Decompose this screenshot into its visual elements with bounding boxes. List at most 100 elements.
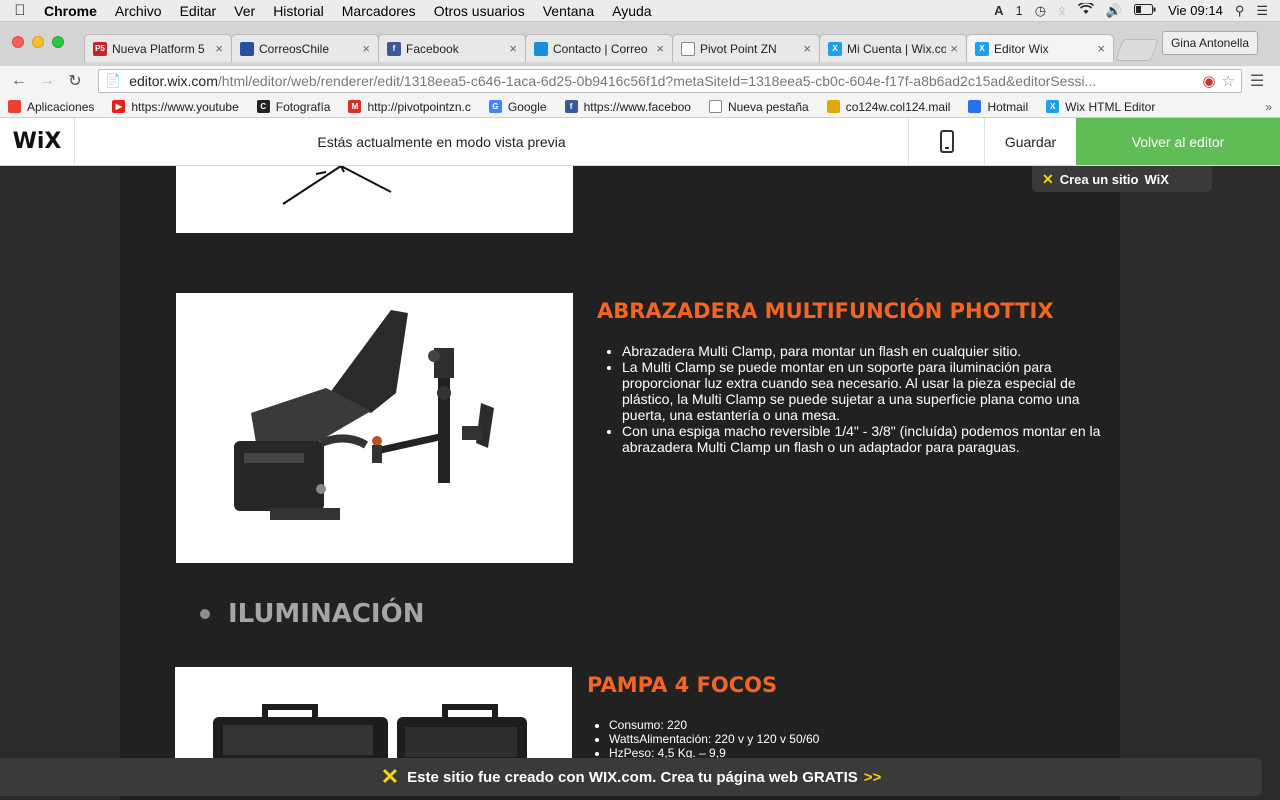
volume-icon[interactable]: 🔊	[1106, 3, 1122, 19]
bookmark-item[interactable]: X Wix HTML Editor	[1046, 100, 1155, 114]
tab-title: Mi Cuenta | Wix.co	[847, 41, 947, 56]
section-heading-iluminacion: ILUMINACIÓN	[200, 599, 424, 629]
product-image-tripod	[176, 166, 573, 233]
product-image-pampa	[175, 667, 572, 767]
clock[interactable]: Vie 09:14	[1168, 3, 1223, 18]
notification-center-icon[interactable]: ☰	[1256, 3, 1268, 19]
list-item: La Multi Clamp se puede montar en un sop…	[622, 359, 1106, 423]
new-tab-button[interactable]	[1114, 39, 1160, 61]
menu-ventana[interactable]: Ventana	[534, 3, 603, 19]
back-arrow-icon[interactable]: ←	[8, 72, 30, 90]
tab-title: CorreosChile	[259, 41, 330, 56]
apple-icon[interactable]: 	[0, 2, 40, 19]
menu-ver[interactable]: Ver	[225, 3, 264, 19]
bookmarks-overflow-icon[interactable]: »	[1265, 100, 1272, 114]
product-image-multi-clamp	[176, 293, 573, 563]
save-button[interactable]: Guardar	[984, 118, 1076, 165]
bookmark-favicon-icon: M	[348, 100, 362, 113]
bookmark-favicon-icon: ▶	[112, 100, 126, 113]
bookmark-favicon-icon: C	[256, 100, 270, 113]
menu-ayuda[interactable]: Ayuda	[603, 3, 660, 19]
bullet-dot	[200, 609, 210, 619]
tab-title: Pivot Point ZN	[700, 41, 777, 56]
bookmark-item[interactable]: f https://www.faceboo	[564, 99, 691, 114]
wix-x-icon: ✕	[380, 764, 400, 789]
address-bar[interactable]: 📄 editor.wix.com /html/editor/web/render…	[98, 69, 1242, 93]
menu-otros-usuarios[interactable]: Otros usuarios	[425, 3, 534, 19]
correos-icon	[240, 41, 254, 56]
tab-contacto-correo[interactable]: Contacto | Correo ×	[525, 34, 673, 62]
spotlight-search-icon[interactable]: ⚲	[1235, 3, 1245, 19]
menu-editar[interactable]: Editar	[171, 3, 226, 19]
extension-icon[interactable]: ◉	[1202, 72, 1215, 90]
correo-icon	[534, 41, 548, 56]
bookmark-item[interactable]: Aplicaciones	[8, 100, 94, 114]
bookmark-favicon-icon	[826, 100, 840, 113]
menu-marcadores[interactable]: Marcadores	[333, 3, 425, 19]
close-tab-icon[interactable]: ×	[509, 41, 517, 56]
bookmark-item[interactable]: C Fotografía	[256, 99, 331, 114]
bookmark-label: Hotmail	[987, 99, 1029, 114]
tab-mi-cuenta-wix-co[interactable]: X Mi Cuenta | Wix.co ×	[819, 34, 967, 62]
bookmark-star-icon[interactable]: ☆	[1222, 72, 1235, 90]
bookmark-item[interactable]: co124w.col124.mail	[826, 100, 950, 114]
bookmark-label: https://www.faceboo	[583, 99, 691, 114]
list-item: WattsAlimentación: 220 v y 120 v 50/60	[609, 732, 983, 746]
close-tab-icon[interactable]: ×	[950, 41, 958, 56]
bookmark-item[interactable]: Hotmail	[968, 100, 1028, 114]
forward-arrow-icon[interactable]: →	[36, 72, 58, 90]
tab-nueva-platform-5[interactable]: P5 Nueva Platform 5 ×	[84, 34, 232, 62]
mobile-view-button[interactable]	[908, 118, 984, 165]
url-host: editor.wix.com	[129, 73, 218, 89]
back-to-editor-button[interactable]: Volver al editor	[1076, 118, 1280, 165]
preview-mode-message: Estás actualmente en modo vista previa	[317, 133, 566, 150]
page-background-right	[1120, 166, 1280, 800]
bookmark-favicon-icon	[708, 100, 722, 113]
list-item: Abrazadera Multi Clamp, para montar un f…	[622, 343, 1106, 359]
tab-facebook[interactable]: f Facebook ×	[378, 34, 526, 62]
menu-app-chrome[interactable]: Chrome	[40, 3, 106, 19]
bookmark-item[interactable]: G Google	[488, 100, 547, 114]
input-source-icon[interactable]: A	[994, 3, 1003, 18]
wifi-icon[interactable]	[1077, 1, 1094, 18]
product-specs-pampa: Consumo: 220 WattsAlimentación: 220 v y …	[583, 718, 983, 760]
facebook-icon: f	[387, 41, 401, 56]
bookmark-favicon-icon: G	[488, 100, 502, 113]
url-path: /html/editor/web/renderer/edit/1318eea5-…	[217, 73, 1097, 89]
tab-correoschile[interactable]: CorreosChile ×	[231, 34, 379, 62]
zoom-window-button[interactable]	[52, 36, 64, 48]
close-tab-icon[interactable]: ×	[656, 41, 664, 56]
bookmarks-bar: Aplicaciones ▶ https://www.youtube C Fotogra…	[0, 96, 1280, 118]
crea-un-sitio-badge[interactable]: ✕ Crea un sitio WiX	[1032, 166, 1212, 192]
close-tab-icon[interactable]: ×	[803, 41, 811, 56]
bookmark-item[interactable]: Mhttp://pivotpointzn.c	[348, 99, 471, 114]
profile-button[interactable]: Gina Antonella	[1161, 31, 1258, 55]
bookmark-label: http://pivotpointzn.c	[367, 99, 471, 114]
tab-editor-wix[interactable]: X Editor Wix ×	[966, 34, 1114, 62]
apps-grid-icon	[8, 100, 21, 113]
tab-pivot-point-zn[interactable]: Pivot Point ZN ×	[672, 34, 820, 62]
close-window-button[interactable]	[12, 36, 24, 48]
menu-archivo[interactable]: Archivo	[106, 3, 171, 19]
window-controls	[12, 36, 64, 48]
wix-logo[interactable]: WiX	[0, 118, 75, 165]
close-tab-icon[interactable]: ×	[362, 41, 370, 56]
bookmark-item[interactable]: ▶ https://www.youtube	[112, 100, 239, 114]
bookmark-label: Fotografía	[275, 99, 331, 114]
list-item: Con una espiga macho reversible 1/4" - 3…	[622, 423, 1106, 455]
close-tab-icon[interactable]: ×	[215, 41, 223, 56]
reload-icon[interactable]: ↻	[64, 71, 86, 91]
tab-title: Contacto | Correo	[553, 41, 648, 56]
bookmark-favicon-icon: X	[1046, 100, 1060, 113]
bookmark-item[interactable]: Nueva pestaña	[708, 100, 809, 114]
minimize-window-button[interactable]	[32, 36, 44, 48]
wix-footer-banner[interactable]: ✕ Este sitio fue creado con WIX.com. Cre…	[0, 758, 1262, 796]
chrome-menu-icon[interactable]: ☰	[1242, 71, 1272, 91]
menu-historial[interactable]: Historial	[264, 3, 333, 19]
page-info-icon[interactable]: 📄	[105, 73, 121, 89]
close-tab-icon[interactable]: ×	[1097, 41, 1105, 56]
battery-icon[interactable]	[1134, 3, 1156, 18]
wix-x-icon: ✕	[1042, 170, 1054, 187]
bluetooth-icon[interactable]: ᛟ	[1058, 3, 1066, 18]
time-machine-icon[interactable]: ◷	[1035, 3, 1046, 19]
